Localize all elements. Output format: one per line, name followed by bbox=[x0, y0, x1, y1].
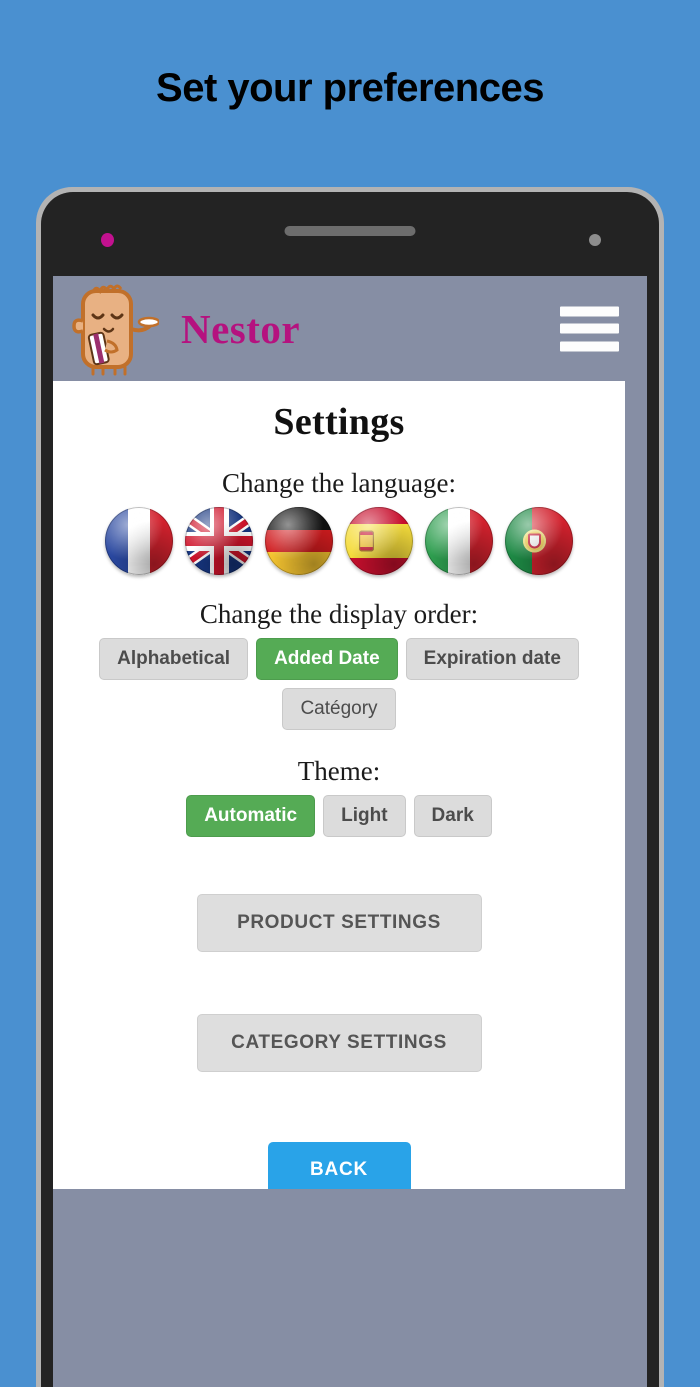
hamburger-bar bbox=[560, 341, 619, 351]
phone-screen: Nestor Settings Change the language: Cha… bbox=[53, 276, 647, 1387]
theme-options-row: Automatic Light Dark bbox=[53, 794, 625, 837]
language-flag-row bbox=[53, 507, 625, 575]
phone-mockup: Nestor Settings Change the language: Cha… bbox=[36, 187, 664, 1387]
settings-card: Settings Change the language: Change the… bbox=[53, 381, 625, 1189]
earpiece-speaker-icon bbox=[284, 226, 416, 236]
uk-flag-icon[interactable] bbox=[185, 507, 253, 575]
display-order-option-added-date[interactable]: Added Date bbox=[256, 638, 398, 680]
display-order-options-row-2: Catégory bbox=[53, 687, 625, 730]
settings-heading: Settings bbox=[273, 401, 405, 443]
display-order-option-expiration-date[interactable]: Expiration date bbox=[405, 638, 579, 680]
display-order-options-row-1: Alphabetical Added Date Expiration date bbox=[53, 638, 625, 680]
notification-led-icon bbox=[101, 233, 114, 247]
french-flag-icon[interactable] bbox=[105, 507, 173, 575]
app-brand-title: Nestor bbox=[181, 305, 301, 352]
spain-coat-of-arms-icon bbox=[359, 530, 374, 552]
product-settings-button[interactable]: PRODUCT SETTINGS bbox=[196, 893, 482, 952]
front-camera-icon bbox=[589, 234, 601, 246]
german-flag-icon[interactable] bbox=[265, 507, 333, 575]
italian-flag-icon[interactable] bbox=[425, 507, 493, 575]
phone-bezel: Nestor Settings Change the language: Cha… bbox=[41, 192, 659, 1387]
theme-option-light[interactable]: Light bbox=[323, 794, 406, 837]
theme-option-automatic[interactable]: Automatic bbox=[186, 794, 316, 837]
hamburger-bar bbox=[560, 306, 619, 316]
spanish-flag-icon[interactable] bbox=[345, 507, 413, 575]
display-order-section-label: Change the display order: bbox=[199, 599, 479, 629]
back-button[interactable]: BACK bbox=[267, 1141, 411, 1189]
nestor-mascot-icon bbox=[72, 284, 159, 376]
hamburger-menu-icon[interactable] bbox=[560, 306, 619, 351]
portugal-coat-of-arms-icon bbox=[523, 529, 546, 553]
category-settings-button[interactable]: CATEGORY SETTINGS bbox=[196, 1013, 482, 1072]
app-bar: Nestor bbox=[53, 276, 647, 381]
display-order-option-category[interactable]: Catégory bbox=[282, 687, 396, 730]
theme-option-dark[interactable]: Dark bbox=[413, 794, 492, 837]
page-title: Set your preferences bbox=[156, 66, 544, 110]
display-order-option-alphabetical[interactable]: Alphabetical bbox=[99, 638, 249, 680]
theme-section-label: Theme: bbox=[297, 755, 381, 786]
portuguese-flag-icon[interactable] bbox=[505, 507, 573, 575]
language-section-label: Change the language: bbox=[222, 468, 456, 498]
hamburger-bar bbox=[560, 323, 619, 334]
